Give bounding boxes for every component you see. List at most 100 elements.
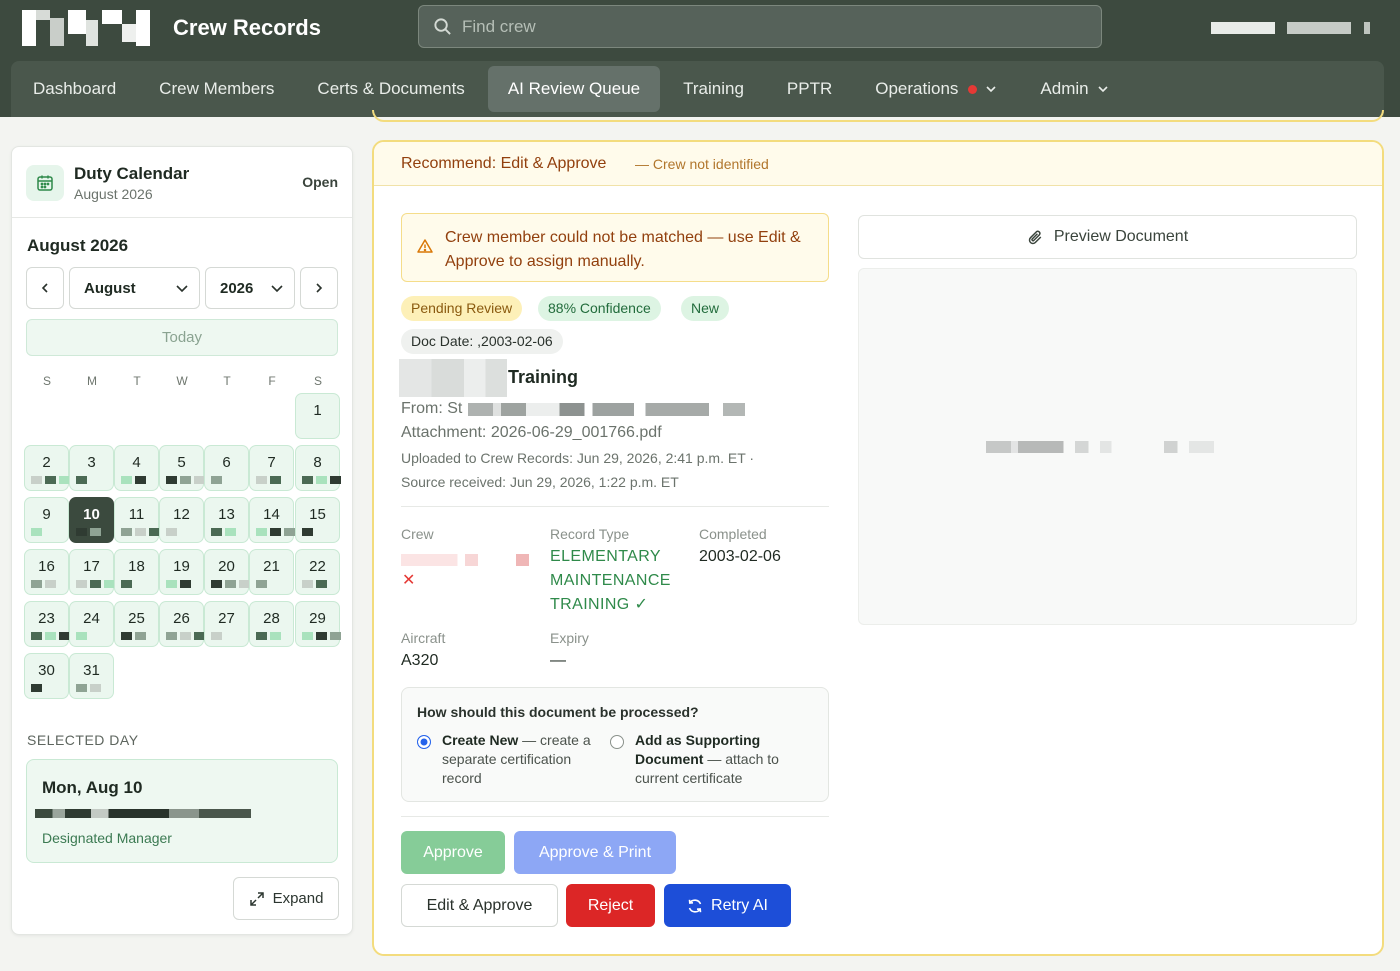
calendar-day[interactable]: 30 <box>24 653 69 699</box>
calendar-day[interactable]: 20 <box>204 549 250 595</box>
duty-marker <box>121 632 132 640</box>
search-input[interactable] <box>462 16 1062 37</box>
nav-dashboard-label: Dashboard <box>33 79 117 98</box>
recommendation-label: Recommend: Edit & Approve <box>401 155 607 172</box>
calendar-day[interactable]: 27 <box>204 601 249 647</box>
calendar-day[interactable]: 1 <box>295 393 340 439</box>
expand-button[interactable]: Expand <box>233 877 339 920</box>
duty-marker <box>76 580 87 588</box>
calendar-day[interactable]: 23 <box>24 601 70 647</box>
calendar-day[interactable]: 14 <box>249 497 295 543</box>
calendar-day[interactable]: 9 <box>24 497 69 543</box>
duty-marker <box>256 632 267 640</box>
duty-marker <box>90 528 101 536</box>
retry-ai-button[interactable]: Retry AI <box>664 884 791 927</box>
user-menu-caret[interactable] <box>1364 22 1370 34</box>
calendar-day[interactable]: 21 <box>249 549 294 595</box>
search-bar[interactable] <box>418 5 1102 48</box>
calendar-day[interactable]: 3 <box>69 445 114 491</box>
duty-marker <box>166 528 177 536</box>
add-supporting-radio[interactable] <box>610 735 624 749</box>
calendar-day[interactable]: 31 <box>69 653 114 699</box>
calendar-day[interactable]: 7 <box>249 445 294 491</box>
calendar-day[interactable]: 6 <box>204 445 249 491</box>
crew-label: Crew <box>401 526 434 542</box>
nav-certs-label: Certs & Documents <box>317 79 465 98</box>
calendar-day[interactable]: 13 <box>204 497 249 543</box>
calendar-day[interactable]: 17 <box>69 549 115 595</box>
nav-admin[interactable]: Admin <box>1020 66 1128 112</box>
calendar-day[interactable]: 18 <box>114 549 159 595</box>
next-month-button[interactable] <box>300 267 338 309</box>
user-menu[interactable] <box>1211 22 1275 34</box>
nav-ai-review-queue[interactable]: AI Review Queue <box>487 66 661 112</box>
edit-approve-button[interactable]: Edit & Approve <box>401 884 558 927</box>
nav-crew-members[interactable]: Crew Members <box>139 66 294 112</box>
calendar-day[interactable]: 22 <box>295 549 340 595</box>
attachment-line[interactable]: Attachment: 2026-06-29_001766.pdf <box>401 424 662 442</box>
calendar-day[interactable]: 24 <box>69 601 114 647</box>
calendar-day[interactable]: 10 <box>69 497 114 543</box>
duty-marker <box>45 580 56 588</box>
selected-day-card[interactable]: Mon, Aug 10 Designated Manager <box>26 759 338 863</box>
create-new-option[interactable]: Create New — create a separate certifica… <box>442 731 600 788</box>
nav-certs-documents[interactable]: Certs & Documents <box>297 66 484 112</box>
calendar-day[interactable]: 28 <box>249 601 294 647</box>
recommendation-note: — Crew not identified <box>635 156 769 172</box>
nav-pptr-label: PPTR <box>786 79 833 98</box>
nav-training[interactable]: Training <box>663 66 764 112</box>
duty-marker <box>76 632 87 640</box>
reject-button[interactable]: Reject <box>566 884 655 927</box>
calendar-day[interactable]: 4 <box>114 445 159 491</box>
create-new-radio[interactable] <box>417 735 431 749</box>
calendar-day-number: 25 <box>128 610 145 627</box>
calendar-day[interactable]: 2 <box>24 445 70 491</box>
calendar-day[interactable]: 8 <box>295 445 341 491</box>
from-line: From: St <box>401 400 463 417</box>
duty-marker <box>31 580 42 588</box>
year-select[interactable]: 2026 <box>205 267 295 309</box>
duty-marker <box>225 580 236 588</box>
today-button[interactable]: Today <box>26 319 338 356</box>
calendar-day-number: 18 <box>128 558 145 575</box>
calendar-day[interactable]: 19 <box>159 549 204 595</box>
add-supporting-option[interactable]: Add as Supporting Document — attach to c… <box>635 731 805 788</box>
user-menu-secondary[interactable] <box>1287 22 1351 34</box>
calendar-day[interactable]: 16 <box>24 549 69 595</box>
close-icon[interactable]: ✕ <box>402 570 415 590</box>
calendar-open-toggle[interactable]: Open <box>302 174 338 190</box>
expiry-value: — <box>550 652 566 669</box>
calendar-day[interactable]: 5 <box>159 445 205 491</box>
weekday-label: T <box>223 374 231 388</box>
calendar-day[interactable]: 26 <box>159 601 205 647</box>
duty-marker <box>76 528 87 536</box>
calendar-day[interactable]: 15 <box>295 497 340 543</box>
duty-marker <box>211 476 222 484</box>
duty-marker <box>211 632 222 640</box>
calendar-day[interactable]: 25 <box>114 601 159 647</box>
calendar-day-number: 16 <box>38 558 55 575</box>
month-select[interactable]: August <box>69 267 200 309</box>
approve-print-button[interactable]: Approve & Print <box>514 831 676 874</box>
calendar-day[interactable]: 12 <box>159 497 204 543</box>
calendar-day-number: 9 <box>42 506 51 523</box>
nav-operations[interactable]: Operations <box>855 66 1017 112</box>
calendar-day[interactable]: 29 <box>295 601 341 647</box>
app-logo[interactable] <box>22 10 150 46</box>
prev-month-button[interactable] <box>26 267 64 309</box>
record-type-line-1: ELEMENTARY <box>550 548 661 565</box>
preview-document-button[interactable]: Preview Document <box>858 215 1357 259</box>
calendar-day-number: 1 <box>313 402 322 419</box>
duty-marker <box>316 632 327 640</box>
nav-pptr[interactable]: PPTR <box>767 66 852 112</box>
duty-marker <box>302 476 313 484</box>
duty-marker <box>270 528 281 536</box>
calendar-header[interactable]: Duty Calendar August 2026 Open <box>12 147 352 218</box>
duty-marker <box>256 580 267 588</box>
calendar-day[interactable]: 11 <box>114 497 160 543</box>
approve-button[interactable]: Approve <box>401 831 505 874</box>
calendar-day-number: 2 <box>42 454 51 471</box>
nav-dashboard[interactable]: Dashboard <box>13 66 136 112</box>
redacted-sender <box>468 403 745 416</box>
calendar-day-number: 21 <box>263 558 280 575</box>
